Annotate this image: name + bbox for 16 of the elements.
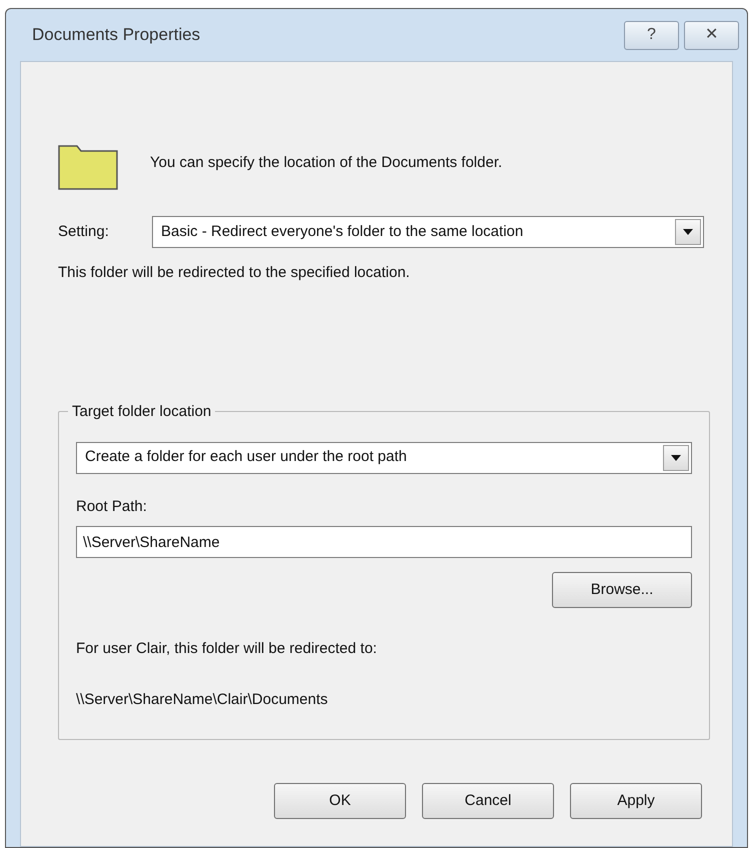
user-path: \\Server\ShareName\Clair\Documents <box>76 690 329 710</box>
dialog-button[interactable]: Browse... <box>552 572 692 608</box>
title-bar-button[interactable]: ? <box>624 20 679 50</box>
target-dropdown[interactable]: Create a folder for each user under the root path <box>76 442 692 474</box>
setting-dropdown[interactable]: Basic - Redirect everyone's folder to the same location <box>152 216 704 248</box>
root-path-field[interactable]: \\Server\ShareName <box>76 526 692 558</box>
title-bar-button[interactable]: ✕ <box>684 20 739 50</box>
setting-label: Setting: <box>58 222 110 242</box>
root-path-label: Root Path: <box>76 496 148 516</box>
user-note: For user Clair, this folder will be redirected to: <box>76 639 378 659</box>
dialog-button[interactable]: OK <box>274 783 406 819</box>
dialog-button[interactable]: Apply <box>570 783 702 819</box>
window-title: Documents Properties <box>31 24 202 46</box>
setting-note: This folder will be redirected to the specified location. <box>58 263 411 283</box>
dialog-button[interactable]: Cancel <box>422 783 554 819</box>
intro-text: You can specify the location of the Documents folder. <box>150 153 502 173</box>
